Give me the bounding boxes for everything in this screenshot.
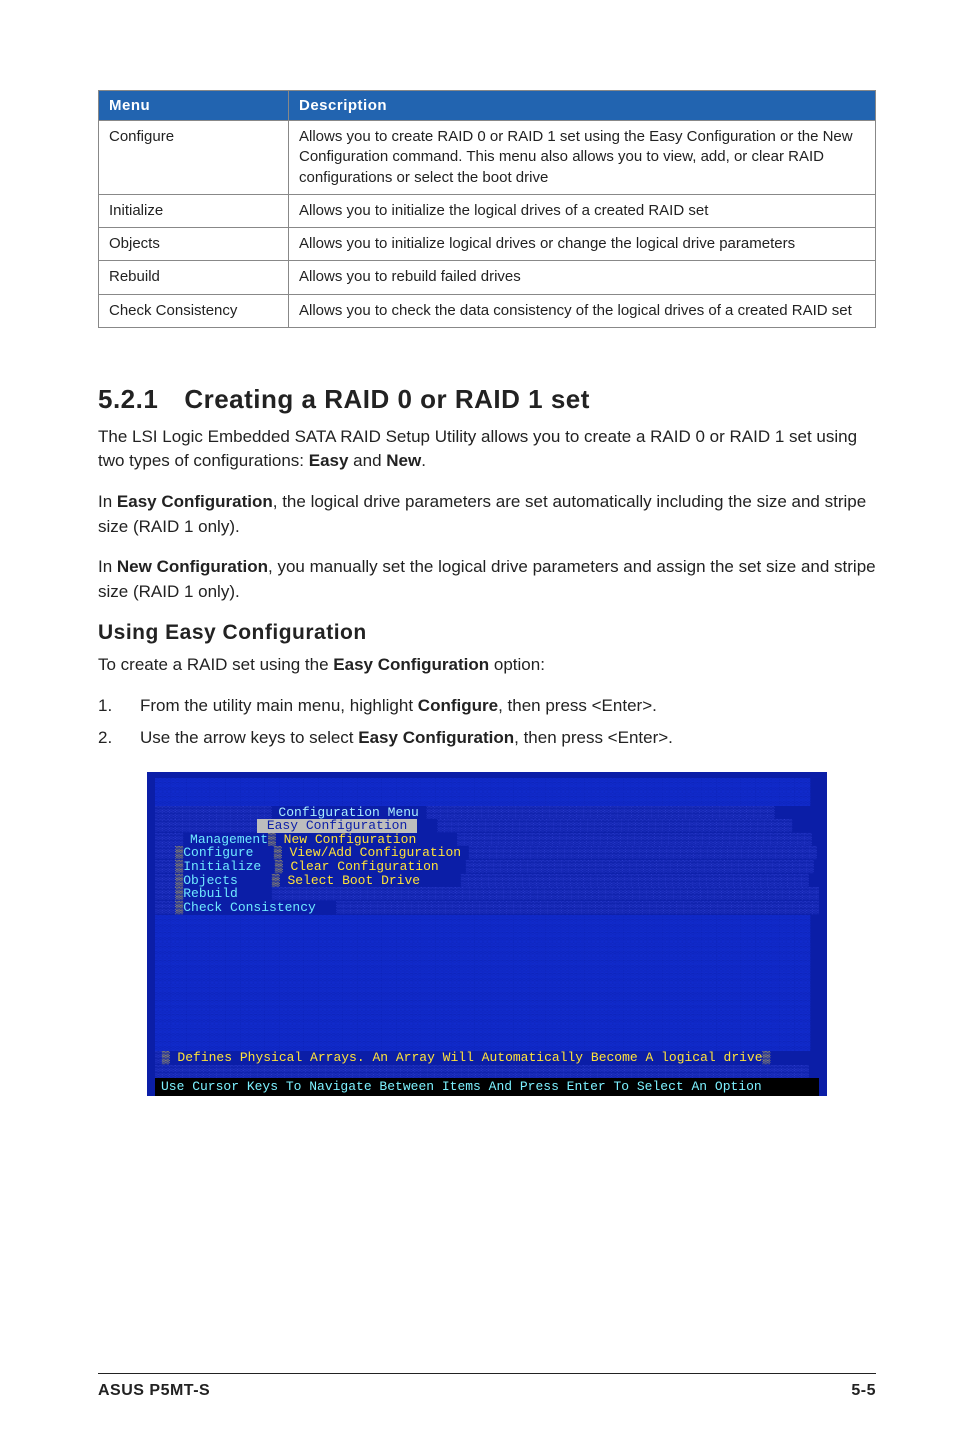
cell-menu: Configure (99, 121, 289, 195)
table-row: Objects Allows you to initialize logical… (99, 228, 876, 261)
configure-label: Configure (183, 846, 253, 860)
footer-right: 5-5 (851, 1382, 876, 1400)
paragraph: In Easy Configuration, the logical drive… (98, 490, 876, 539)
text: , then press <Enter>. (514, 728, 673, 747)
section-title: Creating a RAID 0 or RAID 1 set (184, 384, 590, 414)
bold-easy: Easy (309, 451, 349, 470)
section-number: 5.2.1 (98, 384, 158, 415)
col-header-menu: Menu (99, 91, 289, 121)
select-boot-option: Select Boot Drive (280, 874, 420, 888)
cell-menu: Initialize (99, 194, 289, 227)
subheading-using-easy: Using Easy Configuration (98, 621, 876, 645)
view-add-option: View/Add Configuration (282, 846, 469, 860)
text: option: (489, 655, 545, 674)
bold-text: Configure (418, 696, 498, 715)
page-footer: ASUS P5MT-S 5-5 (0, 1373, 954, 1400)
paragraph: The LSI Logic Embedded SATA RAID Setup U… (98, 425, 876, 474)
table-row: Rebuild Allows you to rebuild failed dri… (99, 261, 876, 294)
bios-screenshot: ▓▓▓▓▓▓▓▓▓▓▓▓▓▓▓▓▓▓▓▓▓▓▓▓▓▓▓▓▓▓▓▓▓▓▓▓▓▓▓▓… (147, 772, 827, 1096)
paragraph: In New Configuration, you manually set t… (98, 555, 876, 604)
management-label: Management (182, 833, 268, 847)
rebuild-label: Rebuild (183, 887, 238, 901)
cell-menu: Objects (99, 228, 289, 261)
check-consistency-label: Check Consistency (183, 901, 316, 915)
table-row: Configure Allows you to create RAID 0 or… (99, 121, 876, 195)
initialize-label: Initialize (183, 860, 261, 874)
text: , then press <Enter>. (498, 696, 657, 715)
col-header-description: Description (289, 91, 876, 121)
table-row: Check Consistency Allows you to check th… (99, 294, 876, 327)
cell-menu: Check Consistency (99, 294, 289, 327)
cfg-menu-title: Configuration Menu (271, 806, 427, 820)
cell-desc: Allows you to check the data consistency… (289, 294, 876, 327)
bold-easy-config: Easy Configuration (117, 492, 273, 511)
cell-desc: Allows you to initialize the logical dri… (289, 194, 876, 227)
clear-config-option: Clear Configuration (283, 860, 439, 874)
text: In (98, 557, 117, 576)
cell-menu: Rebuild (99, 261, 289, 294)
footer-left: ASUS P5MT-S (98, 1382, 210, 1400)
list-item: From the utility main menu, highlight Co… (98, 693, 876, 719)
text: . (421, 451, 426, 470)
cell-desc: Allows you to create RAID 0 or RAID 1 se… (289, 121, 876, 195)
text: In (98, 492, 117, 511)
bold-text: Easy Configuration (358, 728, 514, 747)
text: The LSI Logic Embedded SATA RAID Setup U… (98, 427, 857, 471)
hint-navigation: Use Cursor Keys To Navigate Between Item… (161, 1079, 762, 1094)
steps-list: From the utility main menu, highlight Co… (98, 693, 876, 750)
list-item: Use the arrow keys to select Easy Config… (98, 725, 876, 751)
cell-desc: Allows you to initialize logical drives … (289, 228, 876, 261)
cell-desc: Allows you to rebuild failed drives (289, 261, 876, 294)
section-heading: 5.2.1 Creating a RAID 0 or RAID 1 set (98, 384, 876, 415)
menu-description-table: Menu Description Configure Allows you to… (98, 90, 876, 328)
hint-defines-arrays: Defines Physical Arrays. An Array Will A… (170, 1051, 763, 1065)
bold-text: Easy Configuration (333, 655, 489, 674)
paragraph: To create a RAID set using the Easy Conf… (98, 653, 876, 678)
easy-config-highlight: Easy Configuration (257, 819, 417, 833)
objects-label: Objects (183, 874, 238, 888)
bold-new-config: New Configuration (117, 557, 268, 576)
text: From the utility main menu, highlight (140, 696, 418, 715)
text: To create a RAID set using the (98, 655, 333, 674)
new-config-option: New Configuration (276, 833, 416, 847)
text: Use the arrow keys to select (140, 728, 358, 747)
text: and (348, 451, 386, 470)
table-row: Initialize Allows you to initialize the … (99, 194, 876, 227)
bold-new: New (386, 451, 421, 470)
